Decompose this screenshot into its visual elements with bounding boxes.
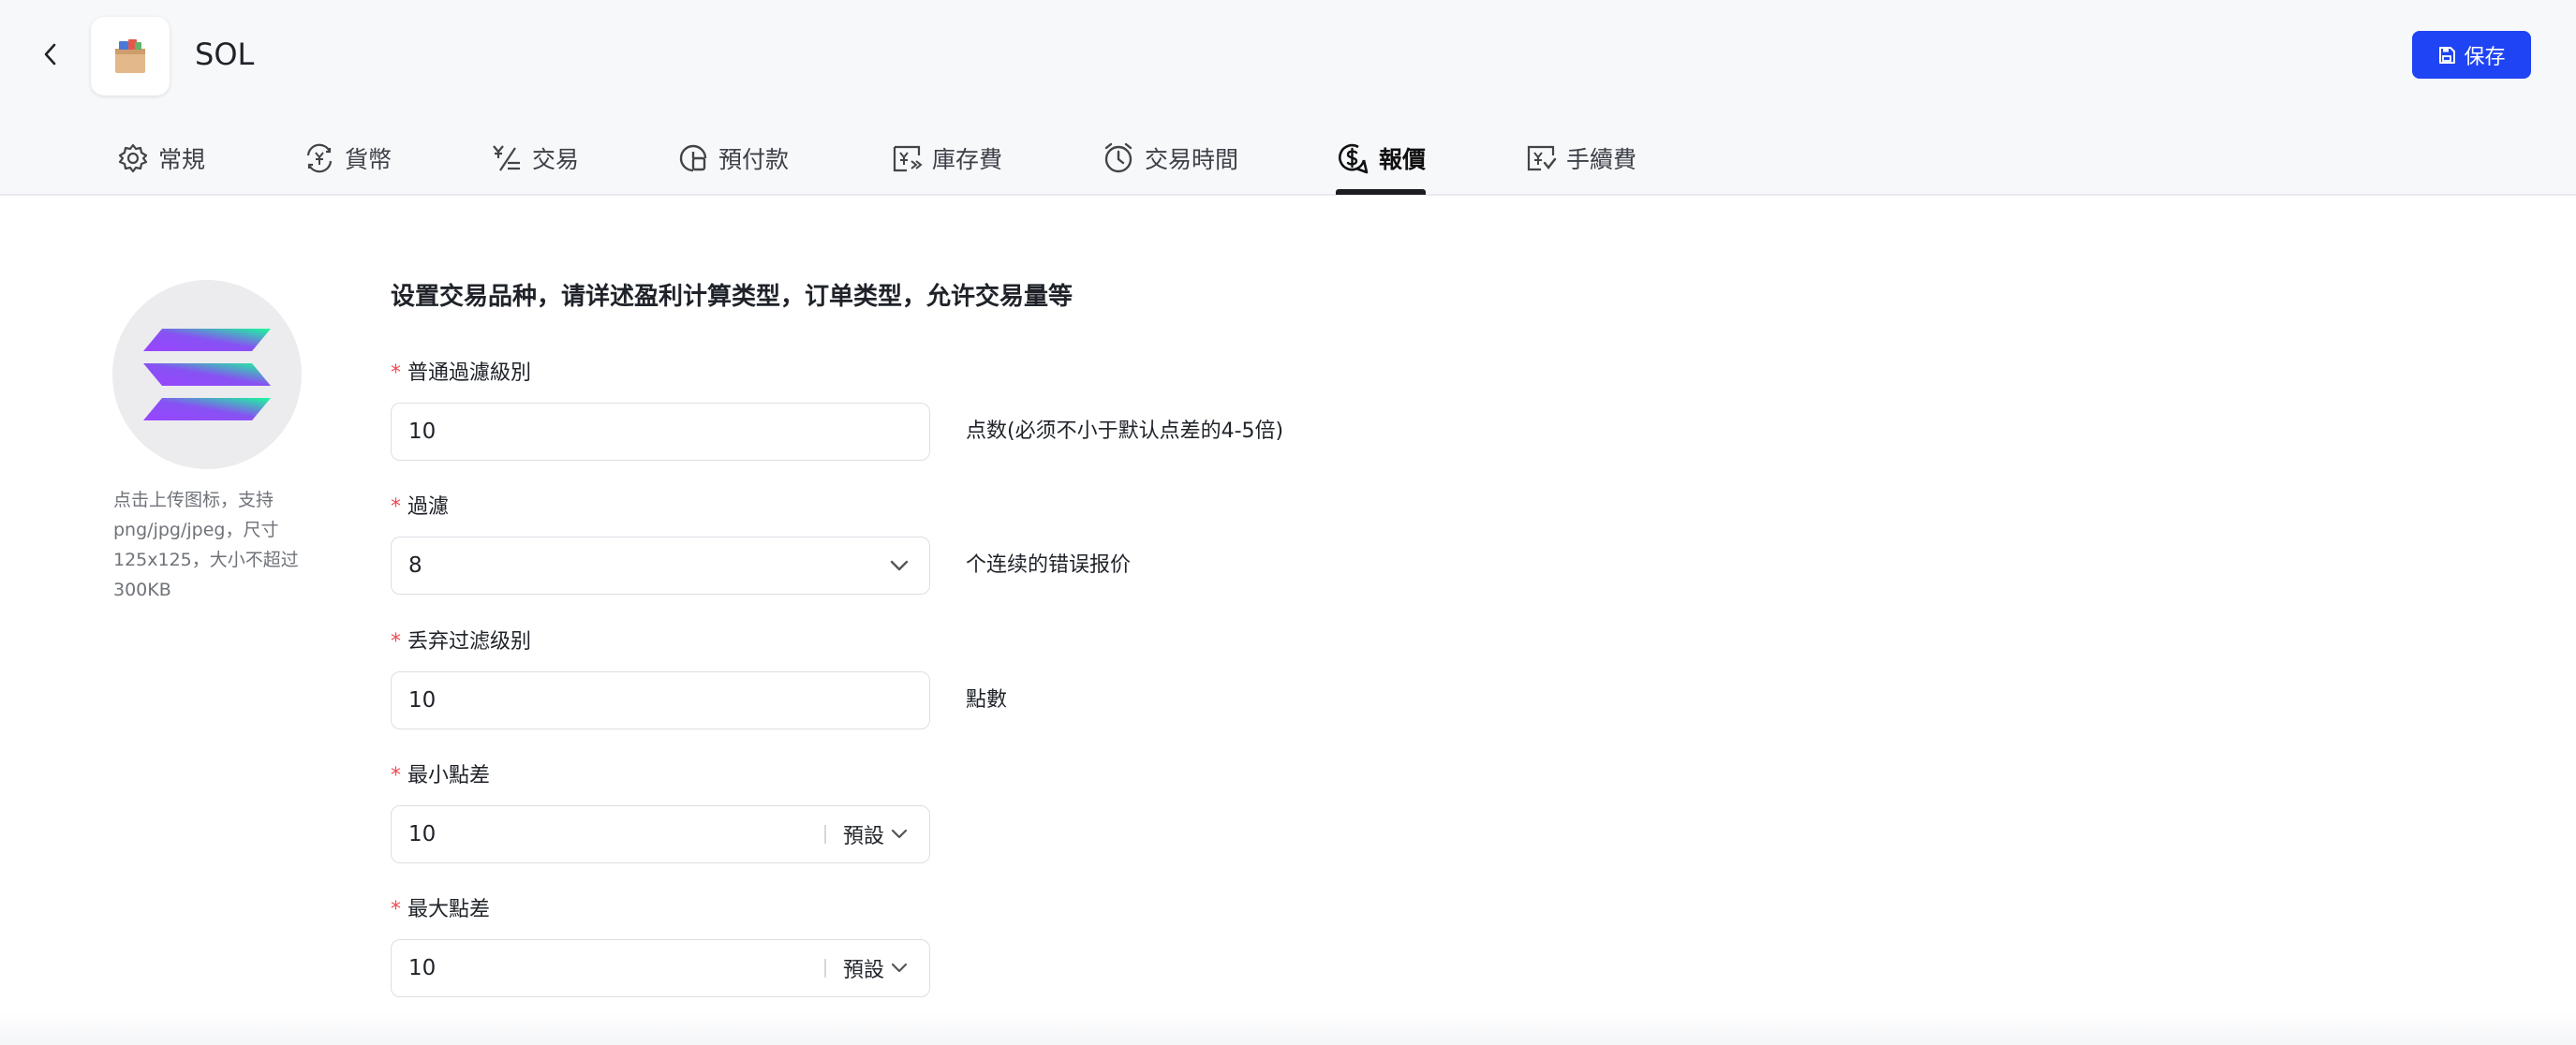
filter-level-label: * 普通過濾級別 [391,360,531,388]
tab-storage-fee[interactable]: 庫存費 [891,122,1002,194]
filter-label: * 過濾 [391,493,449,522]
filter-select[interactable]: 8 [391,537,930,595]
required-mark: * [391,361,401,385]
gear-icon [118,143,148,172]
required-mark: * [391,898,401,921]
filter-label-text: 過濾 [407,495,450,519]
prepay-icon [679,144,707,171]
max-spread-mode-value: 預設 [842,959,884,982]
required-mark: * [391,764,401,787]
tab-commission[interactable]: 手續費 [1525,122,1636,194]
min-spread-input[interactable]: 10 預設 [391,805,930,863]
tab-trading-hours[interactable]: 交易時間 [1102,122,1238,194]
discard-filter-level-input[interactable]: 10 [391,671,930,729]
tab-commission-label: 手續費 [1566,145,1637,173]
quote-dollar-icon [1339,143,1369,173]
max-spread-value: 10 [408,956,437,980]
tab-quote-label: 報價 [1379,145,1427,173]
tab-currency-label: 貨幣 [345,145,392,173]
min-spread-mode-value: 預設 [842,825,884,848]
max-spread-input[interactable]: 10 預設 [391,939,930,997]
min-spread-value: 10 [408,822,437,846]
tab-quote[interactable]: 報價 [1336,122,1427,195]
save-button[interactable]: 保存 [2412,31,2531,79]
scroll-fade [0,1011,2576,1045]
tab-bar: 常規 貨幣 交易 預付款 庫存費 交易時間 報價 手續費 [0,122,2576,195]
min-spread-label: * 最小點差 [391,762,490,790]
tab-storage-fee-label: 庫存費 [932,145,1003,173]
tab-currency[interactable]: 貨幣 [303,122,392,194]
max-spread-label: * 最大點差 [391,896,490,924]
box-icon [115,39,145,73]
filter-select-value: 8 [408,553,422,578]
max-spread-mode-select[interactable]: 預設 [843,953,909,983]
tab-prepay[interactable]: 預付款 [677,122,789,194]
filter-level-input[interactable]: 10 [391,403,930,461]
max-spread-label-text: 最大點差 [407,898,491,921]
tab-general-label: 常規 [158,145,206,173]
filter-level-label-text: 普通過濾級別 [407,361,532,385]
top-header: SOL 保存 常規 貨幣 交易 預付款 庫存費 交易時間 報價 手續費 [0,0,2576,196]
tab-general[interactable]: 常規 [117,122,205,194]
filter-level-hint: 点数(必须不小于默认点差的4-5倍) [966,419,1284,443]
back-button[interactable] [32,36,69,73]
min-spread-mode-select[interactable]: 預設 [843,819,909,849]
tab-trading-hours-label: 交易時間 [1145,145,1239,173]
tab-trade[interactable]: 交易 [491,122,579,194]
divider [824,825,826,844]
form-intro: 设置交易品种，请详述盈利计算类型，订单类型，允许交易量等 [391,283,1073,311]
yen-trade-icon [493,144,520,171]
tab-prepay-label: 預付款 [718,145,790,173]
commission-icon [1527,145,1557,170]
solana-logo-icon [143,329,271,420]
filter-level-value: 10 [408,419,437,444]
storage-fee-icon [893,145,923,171]
filter-hint: 个连续的错误报价 [966,553,1132,577]
discard-filter-level-value: 10 [408,688,437,713]
symbol-icon-upload[interactable] [112,280,302,469]
currency-exchange-icon [306,143,333,172]
chevron-down-icon [891,829,908,839]
discard-filter-level-label: * 丢弃过滤级别 [391,628,531,656]
divider [824,959,826,978]
page-title: SOL [195,37,255,72]
discard-filter-level-label-text: 丢弃过滤级别 [407,630,532,654]
discard-filter-level-hint: 點數 [966,688,1008,712]
min-spread-label-text: 最小點差 [407,764,491,787]
chevron-left-icon [44,43,56,66]
upload-hint: 点击上传图标，支持png/jpg/jpeg，尺寸125x125，大小不超过300… [113,490,299,600]
chevron-down-icon [891,963,908,973]
tab-trade-label: 交易 [532,145,580,173]
required-mark: * [391,630,401,654]
save-icon [2439,46,2456,64]
clock-icon [1104,142,1133,172]
save-button-label: 保存 [2464,45,2506,69]
required-mark: * [391,495,401,519]
chevron-down-icon [881,559,918,572]
app-logo [91,17,170,96]
